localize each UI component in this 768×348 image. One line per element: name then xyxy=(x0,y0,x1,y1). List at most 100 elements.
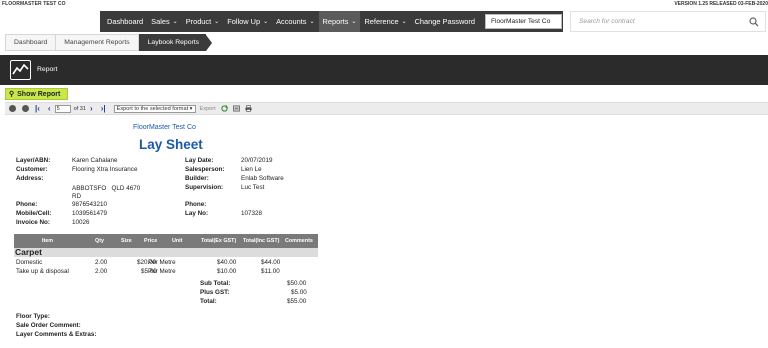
col-total-ex: Total(Ex GST) xyxy=(201,238,237,244)
lay-no-label: Lay No: xyxy=(185,210,209,217)
print-layout-icon[interactable] xyxy=(232,105,240,112)
export-format-value: Export to the selected format xyxy=(116,105,189,112)
layer-value: Karen Cahalane xyxy=(72,157,118,164)
next-page-icon[interactable]: › xyxy=(90,104,93,113)
nav-follow-up[interactable]: Follow Up ⌄ xyxy=(223,11,272,32)
back-icon[interactable] xyxy=(9,105,16,112)
report-viewer-toolbar: |‹ ‹ 5 of 31 › ›| Export to the selected… xyxy=(5,102,768,115)
floor-type-label: Floor Type: xyxy=(16,313,50,320)
print-icon[interactable] xyxy=(245,105,252,112)
sale-order-comment-label: Sale Order Comment: xyxy=(16,322,81,329)
supervision-value: Luc Test xyxy=(241,184,265,191)
total-label: Total: xyxy=(200,298,217,305)
search-icon: ⚲ xyxy=(9,91,15,98)
chart-line-icon xyxy=(10,60,31,80)
col-qty: Qty xyxy=(95,238,104,244)
invoice-label: Invoice No: xyxy=(16,219,50,226)
lay-date-value: 20/07/2019 xyxy=(241,157,273,164)
chevron-down-icon: ⌄ xyxy=(172,19,178,25)
nav-reference[interactable]: Reference ⌄ xyxy=(360,11,410,32)
previous-page-icon[interactable]: ‹ xyxy=(48,104,51,113)
export-format-select[interactable]: Export to the selected format ▾ xyxy=(113,104,196,113)
report-header-title: Report xyxy=(37,66,58,73)
report-title: Lay Sheet xyxy=(139,137,203,152)
lay-date-label: Lay Date: xyxy=(185,157,214,164)
chevron-down-icon: ⌄ xyxy=(401,19,407,25)
breadcrumb-arrow xyxy=(206,34,213,51)
nav-sales-label: Sales xyxy=(151,17,170,26)
breadcrumb-management-reports[interactable]: Management Reports xyxy=(56,34,139,51)
col-total-inc: Total(Inc GST) xyxy=(243,238,280,244)
report-company: FloorMaster Test Co xyxy=(133,124,196,131)
customer-value: Flooring Xtra Insurance xyxy=(72,166,138,173)
nav-follow-up-label: Follow Up xyxy=(227,17,261,26)
chevron-down-icon: ⌄ xyxy=(263,19,269,25)
invoice-value: 10026 xyxy=(72,219,90,226)
salesperson-value: Lien Le xyxy=(241,166,262,173)
lay-no-value: 107328 xyxy=(241,210,263,217)
gst-label: Plus GST: xyxy=(200,289,230,296)
gst-value: $5.00 xyxy=(291,289,307,296)
col-unit: Unit xyxy=(172,238,183,244)
mobile-value: 1039561479 xyxy=(72,210,108,217)
right-phone-label: Phone: xyxy=(185,201,207,208)
group-row-carpet: Carpet xyxy=(14,248,318,257)
breadcrumb-laybook-reports: Laybook Reports xyxy=(138,34,207,51)
chevron-down-icon: ⌄ xyxy=(214,19,220,25)
layer-comments-label: Layer Comments & Extras: xyxy=(16,331,97,338)
show-report-button[interactable]: ⚲ Show Report xyxy=(5,88,68,100)
search-icon[interactable] xyxy=(749,17,759,27)
layer-label: Layer/ABN: xyxy=(16,157,51,164)
nav-dashboard-label: Dashboard xyxy=(107,17,144,26)
col-comments: Comments xyxy=(285,238,313,244)
items-table-header: Item Qty Size Price Unit Total(Ex GST) T… xyxy=(14,234,318,248)
chevron-down-icon: ⌄ xyxy=(351,19,357,25)
company-name: FLOORMASTER TEST CO xyxy=(2,1,66,7)
search-input[interactable]: Search for contract xyxy=(570,11,766,32)
subtotal-value: $50.00 xyxy=(287,280,307,287)
breadcrumb: Dashboard Management Reports Laybook Rep… xyxy=(5,34,213,51)
row-qty: 2.00 xyxy=(95,268,108,275)
chevron-down-icon: ⌄ xyxy=(309,19,315,25)
refresh-icon[interactable] xyxy=(22,105,29,112)
nav-dashboard[interactable]: Dashboard xyxy=(100,11,147,32)
report-header-bar: Report xyxy=(0,55,768,85)
col-size: Size xyxy=(121,238,132,244)
row-total-ex: $10.00 xyxy=(217,268,237,275)
phone-value: 9876543210 xyxy=(72,201,108,208)
col-item: Item xyxy=(42,238,54,244)
show-report-label: Show Report xyxy=(17,90,61,98)
export-link[interactable]: Export xyxy=(200,106,216,112)
row-unit: Per Metre xyxy=(148,259,176,266)
address-line2: RD xyxy=(72,193,82,200)
supervision-label: Supervision: xyxy=(185,184,224,191)
row-item: Take up & disposal xyxy=(16,268,69,275)
row-total-inc: $44.00 xyxy=(261,259,281,266)
phone-label: Phone: xyxy=(16,201,38,208)
builder-value: Enlab Software xyxy=(241,175,284,182)
last-page-icon[interactable]: ›| xyxy=(101,104,106,113)
row-qty: 2.00 xyxy=(95,259,108,266)
subtotal-label: Sub Total: xyxy=(200,280,231,287)
company-selector[interactable]: FloorMaster Test Co xyxy=(485,14,562,29)
nav-product[interactable]: Product ⌄ xyxy=(182,11,224,32)
nav-reports-label: Reports xyxy=(322,17,349,26)
row-total-ex: $40.00 xyxy=(217,259,237,266)
nav-reference-label: Reference xyxy=(364,17,399,26)
builder-label: Builder: xyxy=(185,175,209,182)
salesperson-label: Salesperson: xyxy=(185,166,225,173)
row-unit: Per Metre xyxy=(148,268,176,275)
row-item: Domestic xyxy=(16,259,43,266)
nav-accounts[interactable]: Accounts ⌄ xyxy=(272,11,318,32)
row-total-inc: $11.00 xyxy=(261,268,280,275)
nav-sales[interactable]: Sales ⌄ xyxy=(147,11,182,32)
nav-change-password[interactable]: Change Password xyxy=(411,11,479,32)
refresh-icon[interactable] xyxy=(221,105,228,112)
first-page-icon[interactable]: |‹ xyxy=(35,104,40,113)
nav-reports[interactable]: Reports ⌄ xyxy=(318,11,361,32)
address-label: Address: xyxy=(16,175,44,182)
page-number-input[interactable]: 5 xyxy=(54,104,71,113)
search-placeholder: Search for contract xyxy=(579,18,635,25)
breadcrumb-dashboard[interactable]: Dashboard xyxy=(5,34,57,51)
col-price: Price xyxy=(144,238,158,244)
